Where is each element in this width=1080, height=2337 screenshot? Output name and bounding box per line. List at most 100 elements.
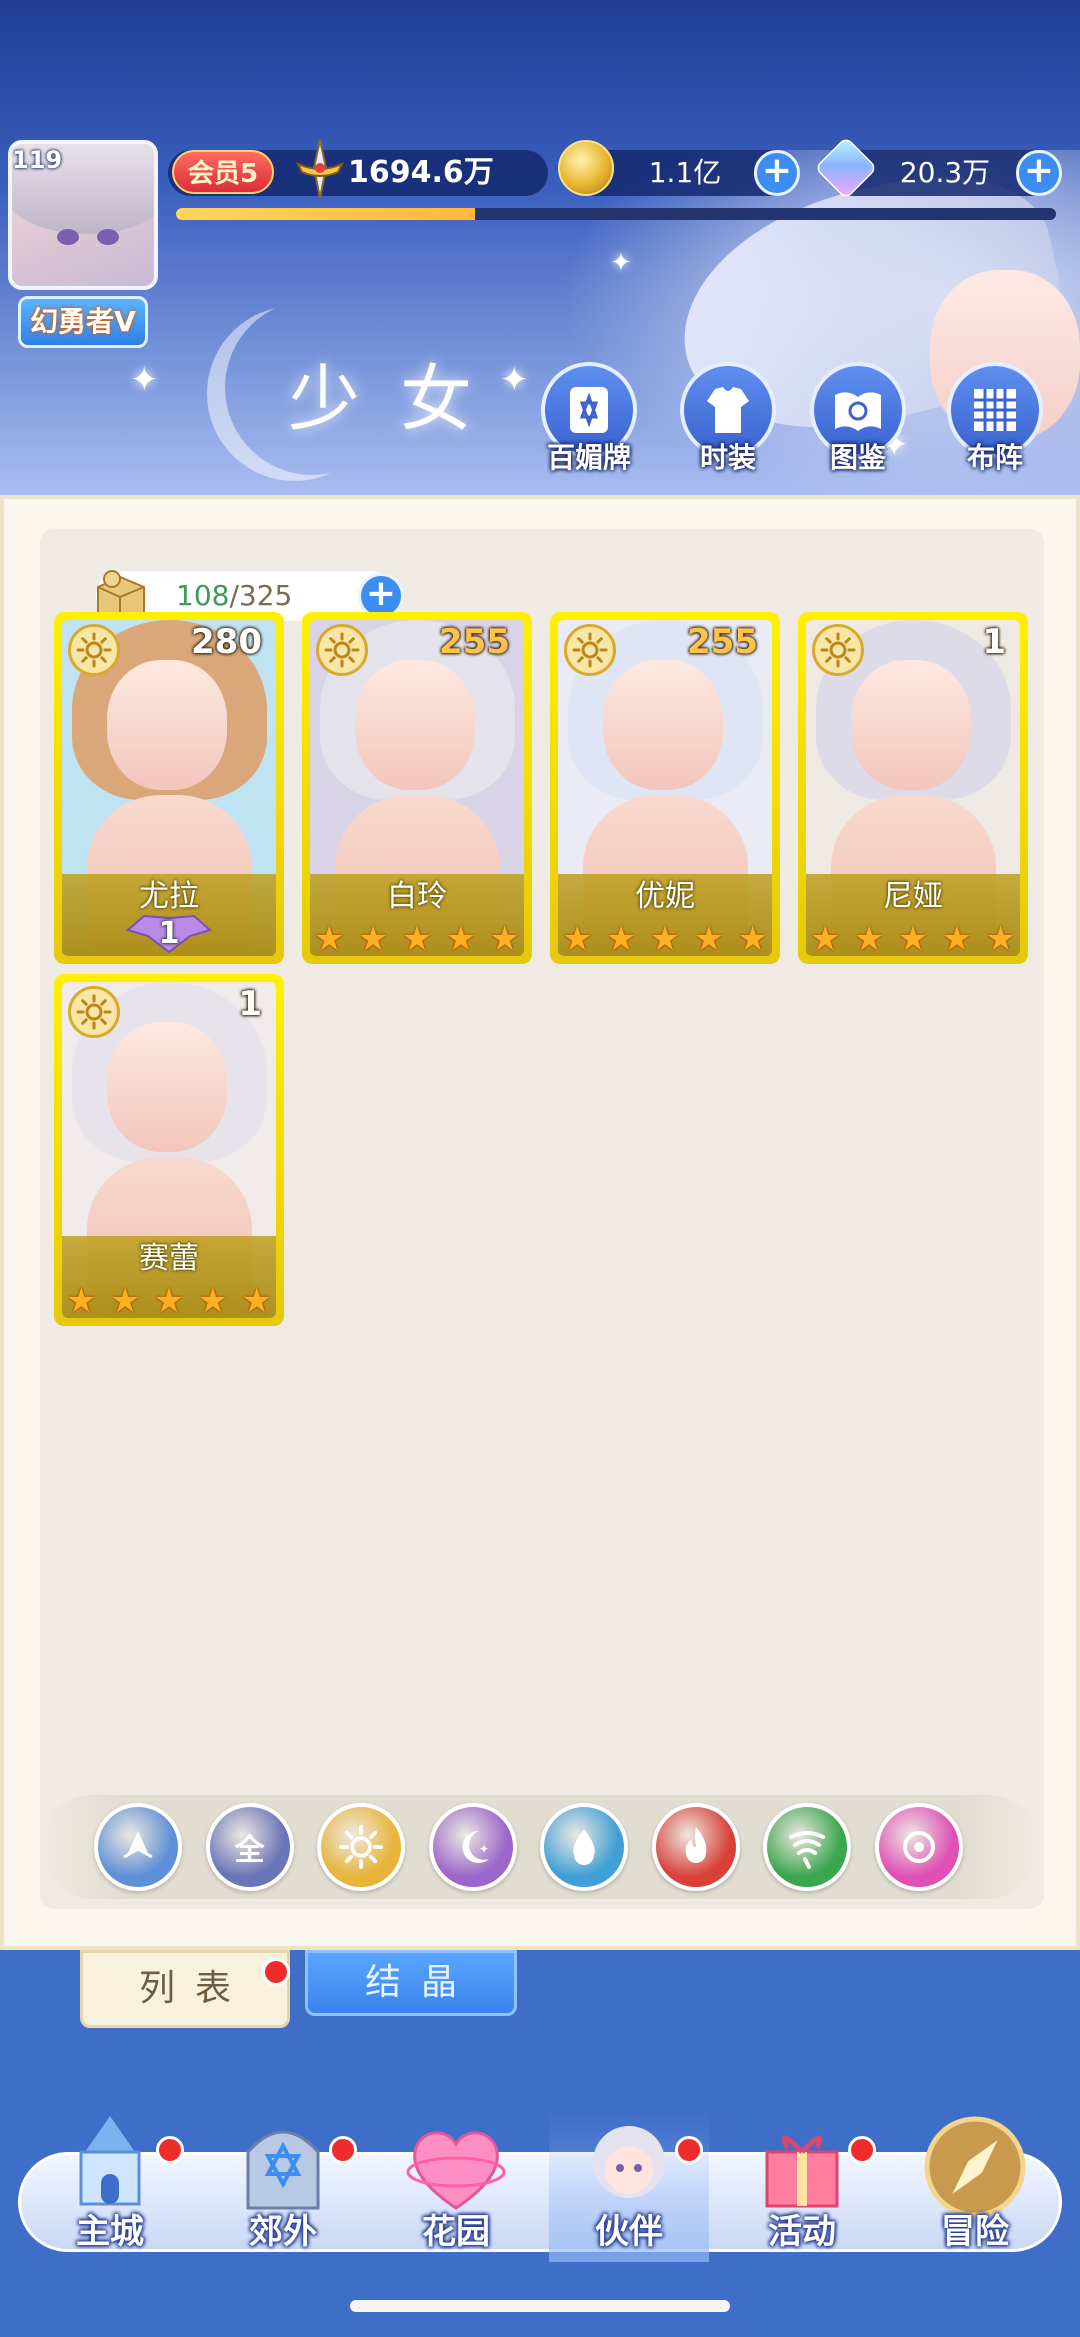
companion-card[interactable]: 1 赛蕾 ★ ★ ★ ★ ★ bbox=[54, 974, 284, 1326]
star-rating: ★ ★ ★ ★ ★ bbox=[314, 922, 520, 956]
tab-list[interactable]: 列表 bbox=[80, 1950, 290, 2028]
star-rating: ★ ★ ★ ★ ★ bbox=[66, 1284, 272, 1318]
nav-card-deck-button[interactable]: 百媚牌 bbox=[534, 362, 644, 476]
filter-dark-icon: ✦ bbox=[449, 1823, 497, 1871]
nav-event-badge bbox=[848, 2136, 876, 2164]
power-progress-bar bbox=[176, 208, 1056, 220]
star-icon: ★ bbox=[241, 1281, 272, 1321]
star-rating: ★ ★ ★ ★ ★ bbox=[810, 922, 1016, 956]
star-icon: ★ bbox=[489, 919, 520, 959]
gold-coin-icon bbox=[558, 140, 614, 196]
filter-spirit-button[interactable] bbox=[874, 1803, 963, 1891]
companion-level: 1 bbox=[982, 622, 1006, 662]
nav-event-label: 活动 bbox=[768, 2212, 836, 2252]
star-icon: ★ bbox=[562, 919, 593, 959]
filter-wind-icon bbox=[114, 1823, 162, 1871]
nav-outskirts-label: 郊外 bbox=[249, 2212, 317, 2252]
star-icon: ★ bbox=[153, 1281, 185, 1321]
home-indicator bbox=[350, 2300, 730, 2312]
power-progress-fill bbox=[176, 208, 476, 220]
light-element-icon bbox=[316, 624, 368, 676]
filter-all-button[interactable]: 全 bbox=[205, 1803, 294, 1891]
nav-partner-label: 伙伴 bbox=[595, 2212, 663, 2252]
filter-all-label: 全 bbox=[234, 1833, 265, 1868]
star-icon: ★ bbox=[401, 919, 433, 959]
filter-fire-icon bbox=[672, 1823, 720, 1871]
companion-name: 赛蕾 bbox=[139, 1241, 199, 1276]
companion-level: 255 bbox=[439, 622, 510, 662]
player-name[interactable]: 幻勇者V bbox=[18, 296, 148, 348]
nav-event-button[interactable]: 活动 bbox=[722, 2112, 882, 2262]
nav-garden-label: 花园 bbox=[422, 2212, 490, 2252]
companion-level: 280 bbox=[191, 622, 262, 662]
companion-name: 尼娅 bbox=[883, 879, 943, 914]
star-icon: ★ bbox=[445, 919, 477, 959]
nav-main-city-badge bbox=[156, 2136, 184, 2164]
star-icon: ★ bbox=[693, 919, 725, 959]
nav-main-city-label: 主城 bbox=[76, 2212, 144, 2252]
companion-name: 白玲 bbox=[387, 879, 447, 914]
light-element-icon bbox=[564, 624, 616, 676]
add-gold-button[interactable]: + bbox=[754, 150, 800, 196]
nav-partner-badge bbox=[675, 2136, 703, 2164]
filter-dark-button[interactable]: ✦ bbox=[428, 1803, 517, 1891]
companion-name: 优妮 bbox=[635, 879, 695, 914]
filter-water-button[interactable] bbox=[540, 1803, 628, 1891]
companion-level: 255 bbox=[687, 622, 758, 662]
star-icon: ★ bbox=[853, 919, 885, 959]
companion-card[interactable]: 280 尤拉 1 bbox=[54, 612, 284, 964]
star-icon: ★ bbox=[649, 919, 681, 959]
page-title: 少女 bbox=[288, 357, 513, 441]
svg-text:✦: ✦ bbox=[479, 1842, 489, 1856]
star-icon: ★ bbox=[941, 919, 973, 959]
capacity-current: 108 bbox=[176, 579, 230, 612]
nav-outfit-label: 时装 bbox=[699, 441, 756, 474]
nav-garden-button[interactable]: 花园 bbox=[376, 2112, 536, 2262]
light-element-icon bbox=[812, 624, 864, 676]
star-icon: ★ bbox=[737, 919, 768, 959]
nav-outskirts-button[interactable]: 郊外 bbox=[203, 2112, 363, 2262]
star-icon: ★ bbox=[197, 1281, 229, 1321]
filter-fire-button[interactable] bbox=[651, 1803, 740, 1891]
add-gem-button[interactable]: + bbox=[1016, 150, 1062, 196]
filter-light-button[interactable] bbox=[317, 1803, 405, 1891]
companion-card[interactable]: 1 尼娅 ★ ★ ★ ★ ★ bbox=[798, 612, 1028, 964]
star-icon: ★ bbox=[109, 1281, 141, 1321]
capacity-separator: / bbox=[229, 579, 239, 612]
nav-formation-button[interactable]: 布阵 bbox=[940, 362, 1050, 476]
light-element-icon bbox=[68, 986, 120, 1038]
star-icon: ★ bbox=[985, 919, 1016, 959]
star-icon: ★ bbox=[810, 919, 841, 959]
light-element-icon bbox=[68, 624, 120, 676]
vip-badge[interactable]: 会员5 bbox=[172, 150, 274, 194]
player-level: 119 bbox=[12, 146, 63, 174]
nav-card-deck-label: 百媚牌 bbox=[546, 441, 631, 474]
star-icon: ★ bbox=[605, 919, 637, 959]
filter-water-icon bbox=[560, 1823, 608, 1871]
sparkle-icon: ✦ bbox=[130, 360, 159, 400]
nav-outfit-button[interactable]: 时装 bbox=[673, 362, 783, 476]
sparkle-icon: ✦ bbox=[610, 248, 632, 278]
star-icon: ★ bbox=[314, 919, 345, 959]
nav-book-label: 图鉴 bbox=[829, 441, 886, 474]
capacity-max: 325 bbox=[238, 579, 293, 612]
companion-card[interactable]: 255 优妮 ★ ★ ★ ★ ★ bbox=[550, 612, 780, 964]
filter-nature-button[interactable] bbox=[763, 1803, 851, 1891]
nav-adventure-button[interactable]: 冒险 bbox=[895, 2112, 1055, 2262]
companion-level: 1 bbox=[238, 984, 262, 1024]
companion-rank: 1 bbox=[158, 916, 180, 951]
filter-wind-button[interactable] bbox=[94, 1803, 182, 1891]
nav-book-button[interactable]: 图鉴 bbox=[803, 362, 913, 476]
gem-value: 20.3万 bbox=[899, 156, 991, 189]
nav-partner-button[interactable]: 伙伴 bbox=[549, 2112, 709, 2262]
gold-value: 1.1亿 bbox=[648, 156, 722, 189]
star-icon: ★ bbox=[357, 919, 389, 959]
filter-nature-icon bbox=[783, 1823, 831, 1871]
sword-power-icon bbox=[295, 139, 345, 199]
companion-card[interactable]: 255 白玲 ★ ★ ★ ★ ★ bbox=[302, 612, 532, 964]
nav-formation-label: 布阵 bbox=[966, 441, 1023, 474]
star-icon: ★ bbox=[66, 1281, 97, 1321]
nav-main-city-button[interactable]: 主城 bbox=[30, 2112, 190, 2262]
tab-crystal[interactable]: 结晶 bbox=[305, 1950, 517, 2016]
tab-list-badge bbox=[262, 1958, 290, 1986]
